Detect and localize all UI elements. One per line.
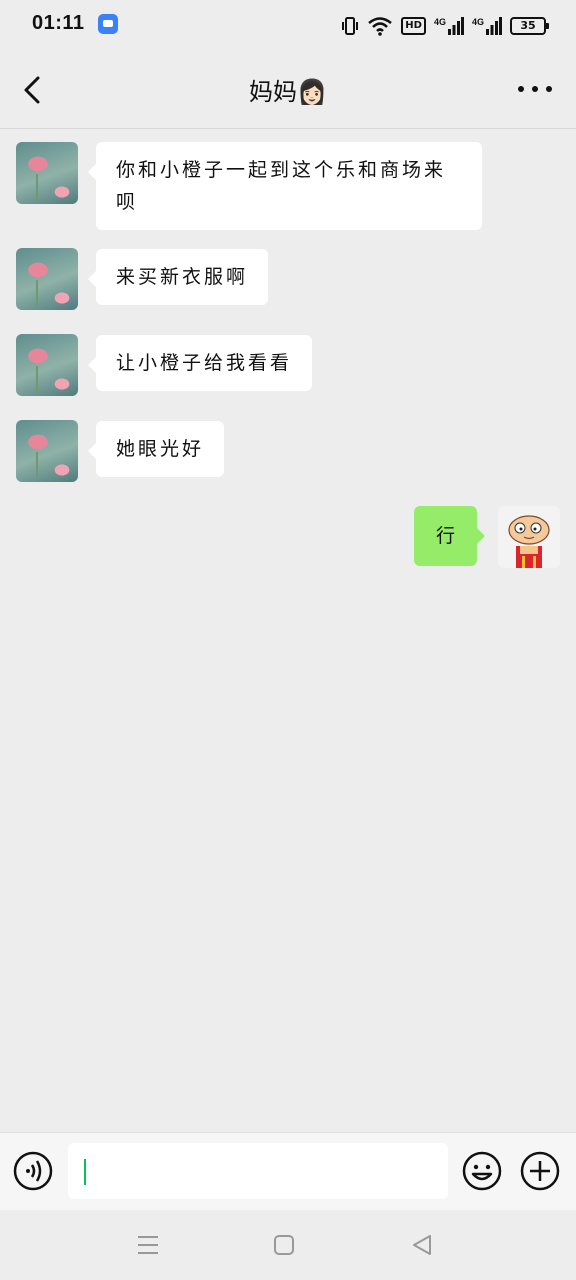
received-message-bubble[interactable]: 你和小橙子一起到这个乐和商场来呗 <box>88 142 482 230</box>
received-message-bubble[interactable]: 来买新衣服啊 <box>87 249 269 305</box>
more-options-icon[interactable] <box>518 82 552 96</box>
chat-header: 妈妈👩🏻 <box>0 52 576 129</box>
wifi-icon <box>368 17 393 36</box>
received-message-bubble[interactable]: 让小橙子给我看看 <box>87 335 313 391</box>
chat-title: 妈妈👩🏻 <box>249 78 327 106</box>
home-icon[interactable] <box>270 1232 298 1258</box>
contact-avatar[interactable] <box>16 248 78 310</box>
system-navigation-bar <box>0 1210 576 1280</box>
voice-input-icon[interactable] <box>13 1151 53 1191</box>
sent-message-bubble[interactable]: 行 <box>414 506 486 566</box>
back-nav-icon[interactable] <box>408 1232 436 1258</box>
contact-avatar[interactable] <box>16 142 78 204</box>
signal-2: 4G <box>472 17 502 35</box>
cartoon-avatar-image <box>498 506 560 568</box>
status-indicators: HD 4G 4G 35 <box>341 14 549 38</box>
battery-indicator: 35 <box>510 17 549 35</box>
network-type-1: 4G <box>433 17 446 27</box>
app-notification-icon <box>98 14 118 34</box>
contact-avatar[interactable] <box>16 420 78 482</box>
signal-1: 4G <box>434 17 464 35</box>
message-input[interactable] <box>68 1143 448 1199</box>
user-avatar[interactable] <box>498 506 560 568</box>
signal-bars-icon <box>486 17 502 35</box>
vibrate-icon <box>342 17 359 35</box>
signal-bars-icon <box>447 17 464 35</box>
menu-icon[interactable] <box>134 1232 162 1258</box>
hd-voice-badge: HD <box>401 17 426 35</box>
message-input-bar <box>0 1132 576 1211</box>
network-type-2: 4G <box>471 17 484 27</box>
status-bar: 01:11 HD 4G 4G 35 <box>0 0 576 52</box>
emoji-icon[interactable] <box>462 1151 502 1191</box>
contact-avatar[interactable] <box>16 334 78 396</box>
received-message-bubble[interactable]: 她眼光好 <box>87 421 225 477</box>
text-caret <box>84 1159 86 1185</box>
add-more-icon[interactable] <box>520 1151 560 1191</box>
status-time: 01:11 <box>32 12 85 34</box>
